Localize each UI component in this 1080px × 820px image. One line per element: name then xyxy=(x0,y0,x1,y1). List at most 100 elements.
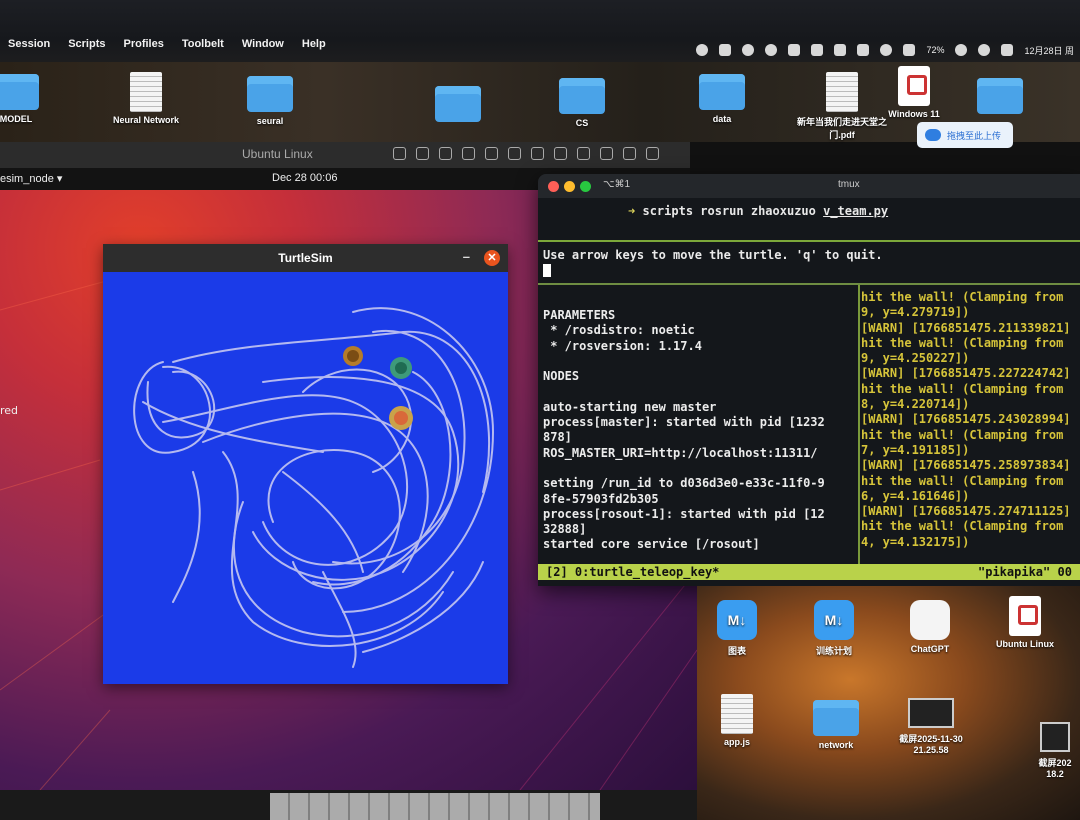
status-record-icon[interactable] xyxy=(742,44,755,56)
wifi-icon[interactable] xyxy=(978,44,991,56)
status-clipboard-icon[interactable] xyxy=(719,44,732,56)
desktop-icon-neural-network[interactable]: Neural Network xyxy=(106,72,186,125)
desktop-icon-seural[interactable]: seural xyxy=(240,76,300,126)
folder-icon xyxy=(699,74,745,110)
desktop-icon-app-js[interactable]: app.js xyxy=(712,694,762,747)
log-line: hit the wall! (Clamping from xyxy=(861,519,1064,534)
icon-label: seural xyxy=(256,116,284,126)
status-shield-icon[interactable] xyxy=(834,44,847,56)
markdown-icon: M↓ xyxy=(717,600,757,640)
log-line: ROS_MASTER_URI=http://localhost:11311/ xyxy=(543,445,818,460)
battery-percent[interactable]: 72% xyxy=(926,45,944,55)
log-line: [WARN] [1766851475.243028994] xyxy=(861,412,1071,427)
play-icon[interactable] xyxy=(623,147,636,160)
menu-profiles[interactable]: Profiles xyxy=(123,38,163,62)
desktop-icon-folder[interactable] xyxy=(430,86,486,126)
menu-window[interactable]: Window xyxy=(242,38,284,62)
desktop-icon-ubuntu-linux[interactable]: Ubuntu Linux xyxy=(990,596,1060,649)
menu-toolbelt[interactable]: Toolbelt xyxy=(182,38,224,62)
turtlesim-window[interactable]: TurtleSim – ✕ xyxy=(103,244,508,684)
desktop-icon-plan-md[interactable]: M↓ 训练计划 xyxy=(806,600,862,657)
status-cloud-icon[interactable] xyxy=(765,44,778,56)
microphone-icon[interactable] xyxy=(531,147,544,160)
pane-divider[interactable] xyxy=(538,240,1080,242)
desktop-icon-windows-11[interactable]: Windows 11 xyxy=(884,66,944,119)
log-line: [WARN] [1766851475.274711125] xyxy=(861,504,1071,519)
usb-icon[interactable] xyxy=(439,147,452,160)
log-line: hit the wall! (Clamping from xyxy=(861,335,1064,350)
icon-label: 新年当我们走进天堂之门.pdf xyxy=(796,117,887,140)
status-network-speed-icon[interactable] xyxy=(811,44,824,56)
menu-scripts[interactable]: Scripts xyxy=(68,38,105,62)
volume-icon[interactable] xyxy=(508,147,521,160)
folder-icon xyxy=(813,700,859,736)
log-line: process[master]: started with pid [1232 xyxy=(543,415,825,430)
turtlesim-titlebar[interactable]: TurtleSim – ✕ xyxy=(103,244,508,272)
log-line: [WARN] [1766851475.211339821] xyxy=(861,320,1071,335)
desktop-icon-network[interactable]: network xyxy=(806,700,866,750)
icon-label: Ubuntu Linux xyxy=(996,639,1054,649)
vm-window-titlebar[interactable]: Ubuntu Linux xyxy=(0,142,690,168)
desktop-icon-screenshot[interactable]: 截屏2025-11-30 21.25.58 xyxy=(888,698,974,755)
terminal-window[interactable]: ⌥⌘1 tmux ➜ scripts rosrun zhaoxuzuo v_te… xyxy=(538,174,1080,586)
turtlesim-title: TurtleSim xyxy=(278,251,333,265)
gear-icon[interactable] xyxy=(646,147,659,160)
status-input-icon[interactable] xyxy=(903,44,916,56)
icon-label: 训练计划 xyxy=(815,646,852,656)
icon-label: CS xyxy=(575,118,589,128)
desktop-icon-data[interactable]: data xyxy=(694,74,750,124)
zoom-button[interactable] xyxy=(580,181,591,192)
screenshot-icon[interactable] xyxy=(416,147,429,160)
menu-clock[interactable]: 12月28日 周 xyxy=(1024,44,1074,57)
desktop-icon-chatgpt[interactable]: ChatGPT xyxy=(900,600,960,654)
desktop-icon-screenshot-2[interactable]: 截屏202 18.2 xyxy=(1032,722,1078,779)
shell-prompt[interactable]: ➜ scripts rosrun zhaoxuzuo v_team.py xyxy=(628,204,888,218)
warn-log-pane[interactable]: hit the wall! (Clamping from 9, y=4.27971… xyxy=(861,290,1071,550)
desktop-item-label[interactable]: red xyxy=(0,404,18,417)
log-line: 7, y=4.191185]) xyxy=(861,442,970,457)
desktop-icon-chart-md[interactable]: M↓ 图表 xyxy=(712,600,762,657)
gnome-clock[interactable]: Dec 28 00:06 xyxy=(272,172,337,184)
terminal-titlebar[interactable]: ⌥⌘1 tmux xyxy=(538,174,1080,198)
desktop-icon-folder-2[interactable] xyxy=(972,78,1028,118)
gnome-app-menu[interactable]: esim_node ▾ xyxy=(0,172,62,185)
status-play-icon[interactable] xyxy=(880,44,893,56)
desktop-icon-model[interactable]: MODEL xyxy=(0,74,46,124)
status-tray-icon[interactable] xyxy=(857,44,870,56)
picture-icon[interactable] xyxy=(600,147,613,160)
minimize-button[interactable]: – xyxy=(463,249,470,264)
terminal-tab-shortcut: ⌥⌘1 xyxy=(603,179,631,190)
close-button[interactable]: ✕ xyxy=(484,250,500,266)
log-line: 9, y=4.279719]) xyxy=(861,305,970,320)
close-button[interactable] xyxy=(548,181,559,192)
log-line: [WARN] [1766851475.258973834] xyxy=(861,458,1071,473)
tmux-window-list[interactable]: [2] 0:turtle_teleop_key* xyxy=(546,565,719,579)
log-line: hit the wall! (Clamping from xyxy=(861,427,1064,442)
desktop-icon-cs[interactable]: CS xyxy=(554,78,610,128)
search-icon[interactable] xyxy=(955,44,968,56)
upload-drop-chip[interactable]: 拖拽至此上传 xyxy=(917,122,1013,148)
document-icon xyxy=(130,72,162,112)
folder-icon xyxy=(435,86,481,122)
globe-icon[interactable] xyxy=(485,147,498,160)
turtlesim-canvas[interactable] xyxy=(103,272,508,684)
pane-divider-vertical[interactable] xyxy=(858,285,860,565)
pane-divider[interactable] xyxy=(538,283,1080,285)
status-app-icon[interactable] xyxy=(696,44,709,56)
minimize-button[interactable] xyxy=(564,181,575,192)
upload-chip-label: 拖拽至此上传 xyxy=(947,130,1002,141)
keyboard-icon[interactable] xyxy=(393,147,406,160)
control-center-icon[interactable] xyxy=(1001,44,1014,56)
physical-keyboard xyxy=(270,793,600,820)
status-pen-icon[interactable] xyxy=(788,44,801,56)
camera-icon[interactable] xyxy=(577,147,590,160)
desktop-icon-pdf[interactable]: 新年当我们走进天堂之门.pdf xyxy=(796,72,888,141)
prompt-dir: scripts xyxy=(642,204,694,218)
printer-icon[interactable] xyxy=(554,147,567,160)
roscore-log-pane[interactable]: PARAMETERS * /rosdistro: noetic * /rosve… xyxy=(543,308,825,553)
menu-help[interactable]: Help xyxy=(302,38,326,62)
icon-label: 截屏202 18.2 xyxy=(1038,758,1072,779)
cd-icon[interactable] xyxy=(462,147,475,160)
menu-session[interactable]: Session xyxy=(8,38,50,62)
